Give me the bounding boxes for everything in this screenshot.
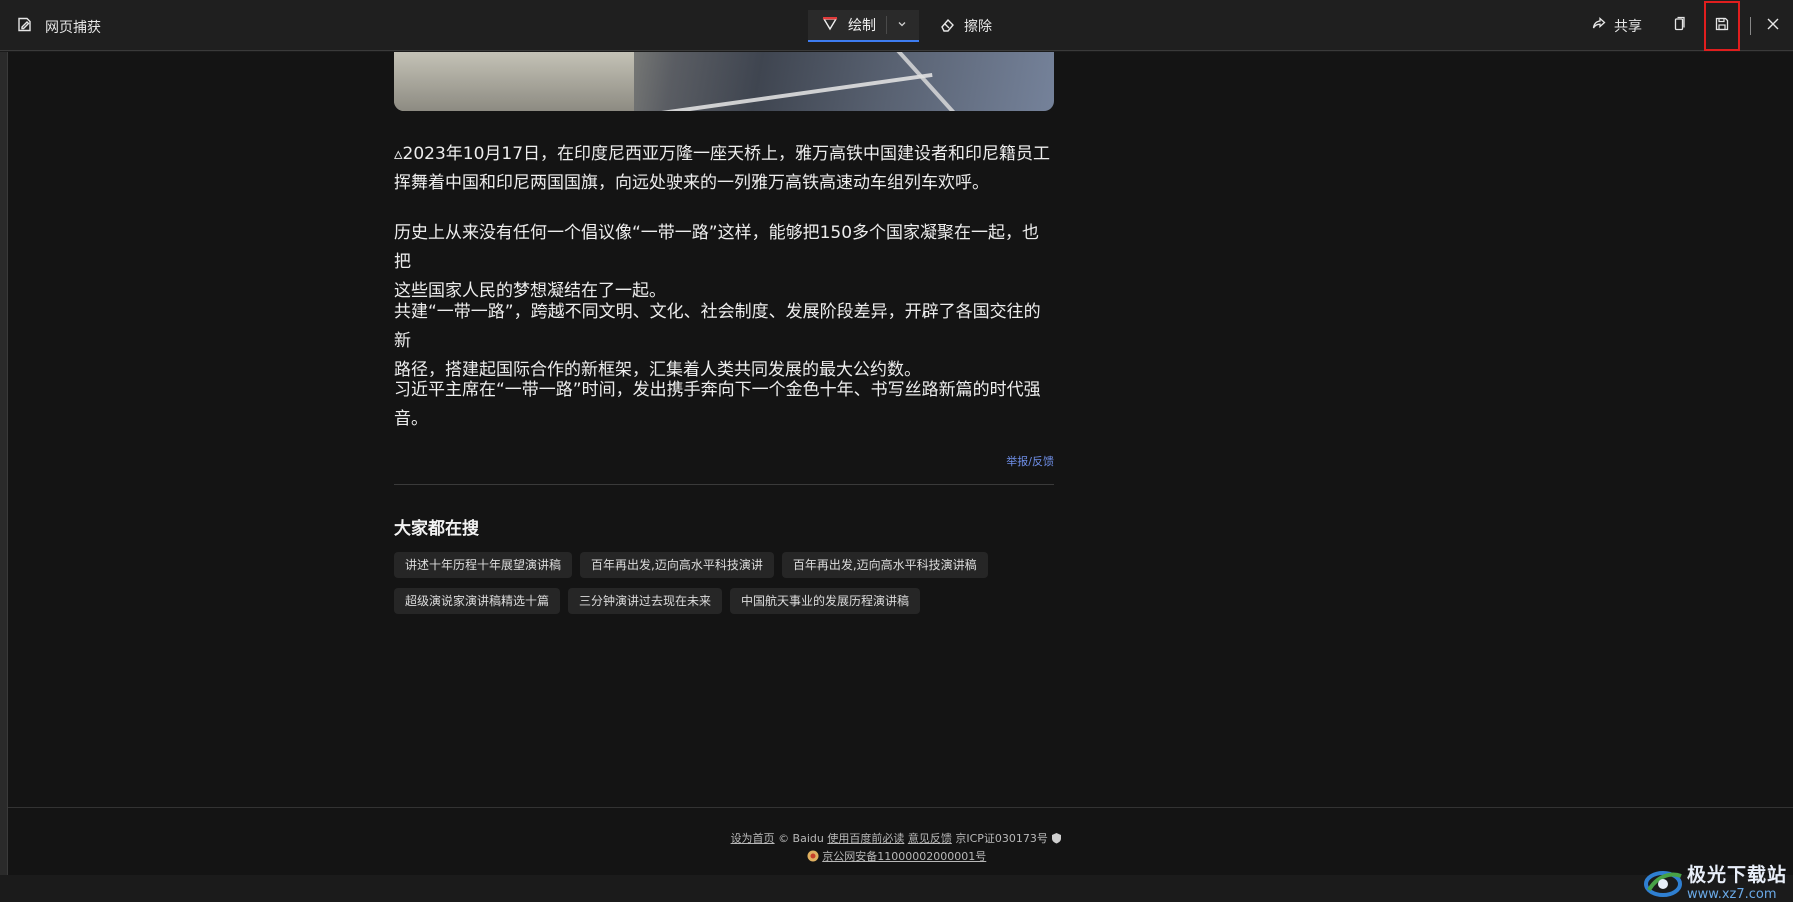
must-read-link[interactable]: 使用百度前必读 xyxy=(827,832,904,845)
related-searches-list: 讲述十年历程十年展望演讲稿 百年再出发,迈向高水平科技演讲 百年再出发,迈向高水… xyxy=(394,552,1054,614)
article-photo xyxy=(394,52,1054,111)
search-tag[interactable]: 讲述十年历程十年展望演讲稿 xyxy=(394,552,573,578)
article-paragraph: ▵2023年10月17日，在印度尼西亚万隆一座天桥上，雅万高铁中国建设者和印尼籍… xyxy=(394,144,1051,193)
police-badge-icon xyxy=(807,850,823,863)
footer-police-row: 京公网安备11000002000001号 xyxy=(0,848,1793,866)
copy-button[interactable] xyxy=(1664,11,1694,41)
feedback-link[interactable]: 意见反馈 xyxy=(908,832,952,845)
page-left-border xyxy=(0,52,8,875)
chevron-down-icon[interactable] xyxy=(897,17,907,33)
article-paragraph: 共建“一带一路”，跨越不同文明、文化、社会制度、发展阶段差异，开辟了各国交往的新… xyxy=(394,302,1041,380)
article-paragraph: 习近平主席在“一带一路”时间，发出携手奔向下一个金色十年、书写丝路新篇的时代强 … xyxy=(394,380,1041,429)
close-icon xyxy=(1766,16,1780,35)
draw-label: 绘制 xyxy=(848,18,876,34)
toolbar-actions: 共享 xyxy=(1591,0,1793,51)
footer-divider xyxy=(8,807,1793,808)
erase-button[interactable]: 擦除 xyxy=(933,10,998,42)
app-title-area: 网页捕获 xyxy=(16,16,101,37)
pen-icon xyxy=(822,15,838,35)
watermark-text: 极光下载站 www.xz7.com xyxy=(1686,863,1787,902)
footer-links-row: 设为首页 © Baidu 使用百度前必读 意见反馈 京ICP证030173号 xyxy=(0,830,1793,848)
search-tag[interactable]: 中国航天事业的发展历程演讲稿 xyxy=(730,588,921,614)
report-feedback-link[interactable]: 举报/反馈 xyxy=(1006,453,1054,469)
related-searches-title: 大家都在搜 xyxy=(394,519,479,539)
page-footer: 设为首页 © Baidu 使用百度前必读 意见反馈 京ICP证030173号 京… xyxy=(0,830,1793,866)
set-home-link[interactable]: 设为首页 xyxy=(731,832,775,845)
eraser-icon xyxy=(939,16,956,37)
close-button[interactable] xyxy=(1763,16,1783,36)
captured-page[interactable]: ▵2023年10月17日，在印度尼西亚万隆一座天桥上，雅万高铁中国建设者和印尼籍… xyxy=(0,52,1793,901)
share-label: 共享 xyxy=(1614,18,1642,35)
watermark-main: 极光下载站 xyxy=(1686,863,1787,886)
search-tag[interactable]: 百年再出发,迈向高水平科技演讲稿 xyxy=(781,552,988,578)
icp-text: 京ICP证030173号 xyxy=(955,832,1048,845)
search-tag[interactable]: 百年再出发,迈向高水平科技演讲 xyxy=(580,552,774,578)
save-icon xyxy=(1714,16,1730,36)
article-paragraph: 历史上从来没有任何一个倡议像“一带一路”这样，能够把150多个国家凝聚在一起，也… xyxy=(394,223,1040,301)
watermark-url: www.xz7.com xyxy=(1686,886,1777,902)
shield-icon xyxy=(1051,832,1062,845)
top-toolbar: 网页捕获 绘制 擦除 共享 xyxy=(0,0,1793,51)
share-button[interactable]: 共享 xyxy=(1591,16,1642,36)
copy-icon xyxy=(1671,16,1687,36)
police-record-link[interactable]: 京公网安备11000002000001号 xyxy=(822,850,986,863)
watermark-logo-icon xyxy=(1643,864,1683,902)
save-button[interactable] xyxy=(1704,0,1740,51)
search-tag[interactable]: 超级演说家演讲稿精选十篇 xyxy=(394,588,561,614)
site-watermark: 极光下载站 www.xz7.com xyxy=(1643,864,1787,902)
search-tag[interactable]: 三分钟演讲过去现在未来 xyxy=(568,588,723,614)
app-title: 网页捕获 xyxy=(45,19,101,36)
divider xyxy=(886,16,887,34)
divider xyxy=(1750,16,1751,35)
divider xyxy=(394,484,1054,485)
copyright-text: © Baidu xyxy=(778,832,824,845)
share-icon xyxy=(1591,16,1607,36)
annotation-tools: 绘制 擦除 xyxy=(808,10,998,42)
draw-button[interactable]: 绘制 xyxy=(808,10,919,42)
web-capture-icon xyxy=(16,16,33,37)
erase-label: 擦除 xyxy=(964,19,992,35)
